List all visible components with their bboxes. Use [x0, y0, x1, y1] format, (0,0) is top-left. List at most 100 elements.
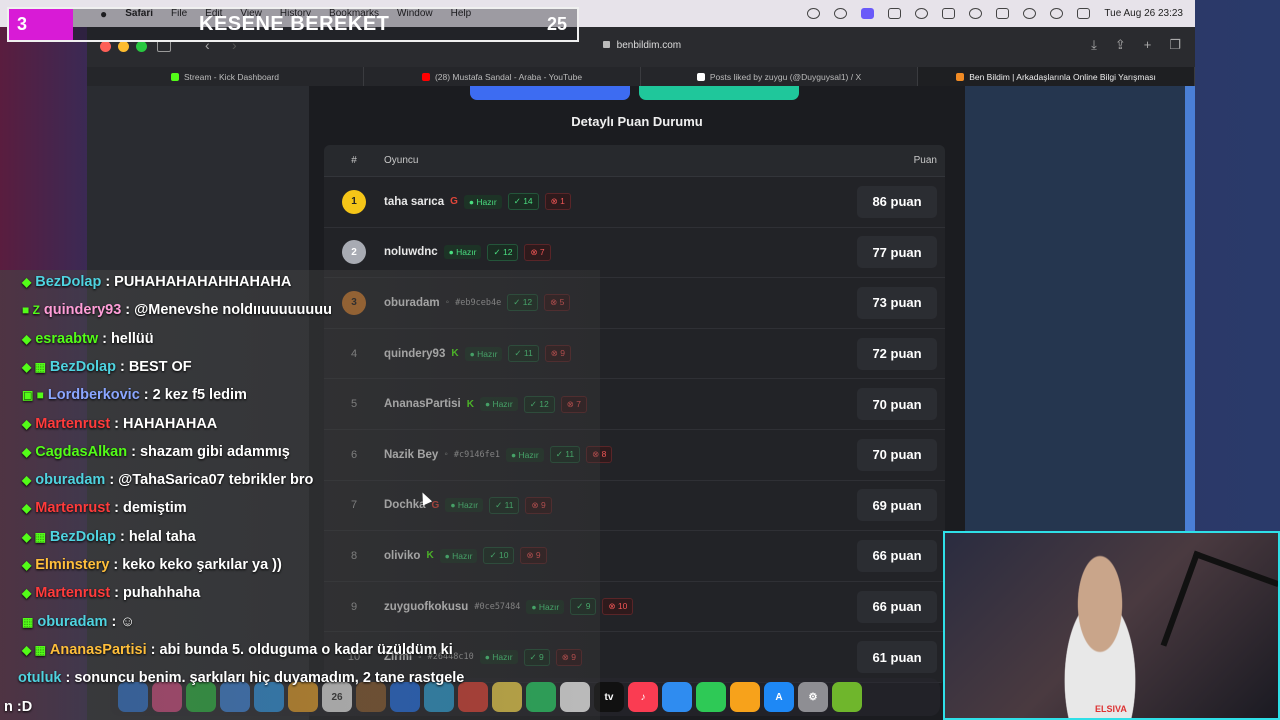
chat-separator: : — [125, 302, 131, 319]
correct-count: 14 — [523, 196, 533, 207]
share-icon[interactable]: ⇪ — [1115, 37, 1126, 53]
chat-username[interactable]: AnanasPartisi — [50, 642, 147, 658]
toolbar-actions: ⤓ ⇪ + ❐ — [1091, 37, 1181, 53]
counter-left-value: 3 — [9, 9, 73, 40]
chat-text: demiştim — [123, 500, 187, 517]
chat-badge-icon: ◆ — [22, 331, 32, 346]
spotlight-search-icon[interactable] — [1050, 8, 1064, 19]
chat-message: ◆ Elminstery: keko keko şarkılar ya )) — [22, 557, 282, 573]
battery-icon[interactable] — [996, 8, 1010, 19]
wrong-count: 7 — [539, 246, 545, 257]
chat-text: @TahaSarica07 tebrikler bro — [118, 472, 314, 489]
pages-icon[interactable] — [730, 682, 760, 712]
player-cell: noluwdnc ● Hazır ✓ 12 ⊗ 7 — [384, 243, 857, 261]
stream-chat-overlay: ◆ BezDolap: PUHAHAHAHAHHAHAHA ■ Z quindery93… — [0, 270, 600, 720]
url-text: benbildim.com — [616, 40, 682, 51]
chat-message: ◆ oburadam: @TahaSarica07 tebrikler bro — [22, 472, 313, 488]
chat-badge-icon: ■ Z — [22, 303, 40, 318]
chat-username[interactable]: oburadam — [35, 472, 105, 488]
chat-message: ◆ ▦ BezDolap: BEST OF — [22, 359, 192, 375]
section-title: Detaylı Puan Durumu — [571, 114, 703, 129]
header-player: Oyuncu — [384, 155, 419, 166]
chat-separator: : — [114, 500, 120, 517]
chat-message: ▣ ■ Lordberkovic:2 kez f5 ledim — [22, 387, 247, 403]
stream-counter-overlay: 3 KESENE BEREKET 25 — [7, 7, 579, 42]
minimize-window-button[interactable] — [118, 41, 129, 52]
music-icon[interactable]: ♪ — [628, 682, 658, 712]
counter-right-value: 25 — [546, 14, 567, 34]
appstore-icon[interactable]: A — [764, 682, 794, 712]
tab-overview-icon[interactable]: ❐ — [1169, 37, 1181, 53]
tab-kick-dashboard[interactable]: Stream - Kick Dashboard — [87, 67, 364, 86]
chat-username[interactable]: Martenrust — [35, 500, 110, 516]
kick-favicon-icon — [171, 72, 180, 81]
chat-separator: : — [119, 358, 125, 375]
numbers-icon[interactable] — [696, 682, 726, 712]
tab-benbildim[interactable]: Ben Bildim | Arkadaşlarınla Online Bilgi… — [918, 67, 1195, 86]
chat-badge-icon: ◆ ▦ — [22, 642, 46, 657]
chat-text: n :D — [4, 698, 33, 715]
chat-username[interactable]: BezDolap — [50, 359, 116, 375]
vpn-icon[interactable] — [834, 8, 848, 19]
chat-separator: : — [114, 415, 120, 432]
chat-text: PUHAHAHAHAHHAHAHA — [114, 274, 292, 290]
control-center-icon[interactable] — [1077, 8, 1091, 19]
counter-title: KESENE BEREKET — [199, 13, 390, 35]
wifi-icon[interactable] — [1023, 8, 1037, 19]
table-header: # Oyuncu Puan — [324, 145, 945, 177]
chat-username[interactable]: quindery93 — [44, 302, 121, 318]
keynote-icon[interactable] — [662, 682, 692, 712]
chat-username[interactable]: esraabtw — [35, 331, 98, 347]
chat-username[interactable]: oburadam — [37, 614, 107, 630]
keyboard-icon[interactable] — [942, 8, 956, 19]
chat-text: BEST OF — [128, 358, 192, 375]
new-tab-icon[interactable]: + — [1144, 37, 1152, 53]
chat-message: ▦ oburadam: ☺ — [22, 614, 135, 630]
chat-separator: : — [131, 443, 136, 460]
chat-message: ◆ ▦ BezDolap: helal taha — [22, 529, 196, 545]
secondary-action-button[interactable] — [639, 86, 799, 100]
score-pill: 66 puan — [857, 590, 937, 623]
tab-youtube[interactable]: (28) Mustafa Sandal - Araba - YouTube — [364, 67, 641, 86]
menubar-status-area: Tue Aug 26 23:23 — [807, 0, 1183, 27]
chat-text: abi bunda 5. olduguma o kadar üzüldüm ki — [159, 641, 453, 658]
score-pill: 61 puan — [857, 641, 937, 674]
chat-message: ◆ Martenrust: HAHAHAHAA — [22, 416, 217, 432]
cloud-icon[interactable] — [915, 8, 929, 19]
chat-username[interactable]: Martenrust — [35, 416, 110, 432]
wrong-count: 8 — [601, 449, 607, 460]
benbildim-favicon-icon — [956, 72, 965, 81]
chat-username[interactable]: BezDolap — [50, 529, 116, 545]
chat-separator: : — [119, 528, 125, 545]
primary-action-button[interactable] — [470, 86, 630, 100]
chat-username[interactable]: Elminstery — [35, 557, 109, 573]
screen-record-icon[interactable] — [861, 8, 875, 19]
player-cell: taha sarıca G ● Hazır ✓ 14 ⊗ 1 — [384, 193, 857, 211]
zoom-window-button[interactable] — [136, 41, 147, 52]
menubar-clock[interactable]: Tue Aug 26 23:23 — [1104, 8, 1183, 19]
chat-username[interactable]: CagdasAlkan — [35, 444, 127, 460]
chat-text: puhahhaha — [123, 585, 201, 602]
close-window-button[interactable] — [100, 41, 111, 52]
chat-username[interactable]: BezDolap — [35, 274, 101, 290]
chat-username[interactable]: Lordberkovic — [48, 387, 140, 403]
obs-icon[interactable] — [832, 682, 862, 712]
chat-text: helal taha — [128, 528, 196, 545]
chat-badge-icon: ▦ — [22, 614, 34, 629]
chat-username[interactable]: Martenrust — [35, 585, 110, 601]
display-icon[interactable] — [888, 8, 902, 19]
streamer-image — [1045, 553, 1155, 718]
chat-message: ◆ Martenrust: puhahhaha — [22, 585, 200, 601]
play-icon[interactable] — [969, 8, 983, 19]
tab-x-posts[interactable]: Posts liked by zuygu (@Duyguysal1) / X — [641, 67, 918, 86]
chat-badge-icon: ◆ — [22, 501, 32, 516]
chat-message: ■ Z quindery93: @Menevshe noldııuuuuuuuu — [22, 302, 332, 318]
accessibility-icon[interactable] — [807, 8, 821, 19]
wrong-count: 1 — [560, 196, 565, 207]
chat-username[interactable]: otuluk — [18, 670, 62, 686]
downloads-icon[interactable]: ⤓ — [1091, 37, 1097, 53]
wrong-badge: ⊗ 10 — [602, 598, 634, 616]
settings-icon[interactable]: ⚙ — [798, 682, 828, 712]
table-row: 1 taha sarıca G ● Hazır ✓ 14 ⊗ 1 86 puan — [324, 177, 945, 228]
tab-label: (28) Mustafa Sandal - Araba - YouTube — [434, 71, 583, 82]
